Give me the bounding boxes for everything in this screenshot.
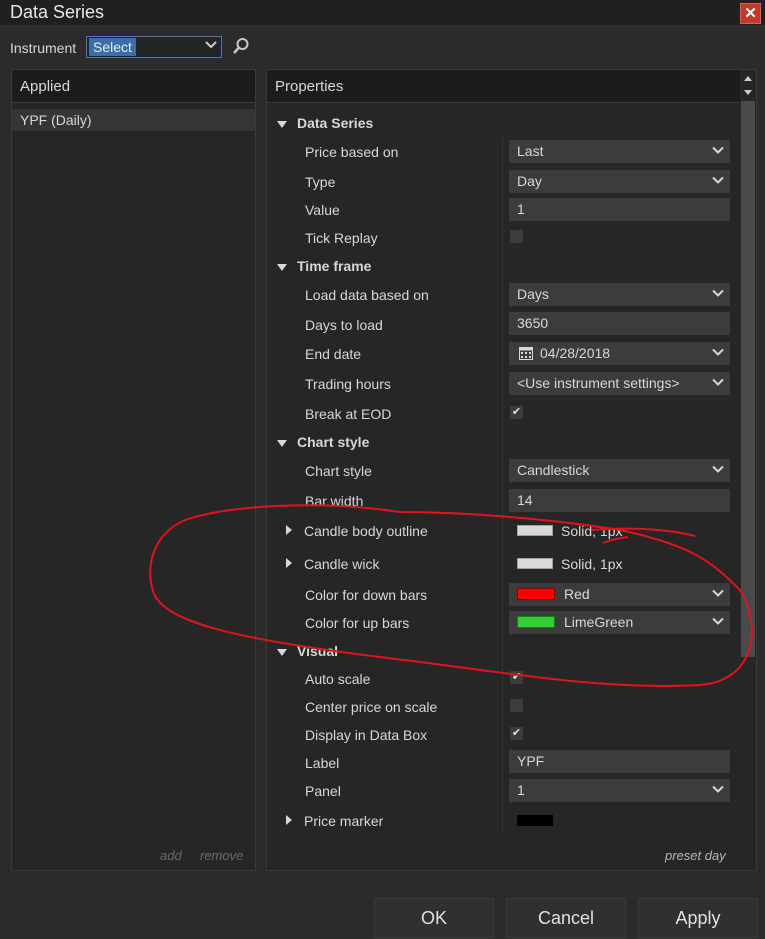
instrument-value: Select — [89, 38, 136, 56]
applied-item-label: YPF (Daily) — [20, 112, 92, 128]
value-label: Value — [305, 202, 340, 218]
trading-hours-select[interactable]: <Use instrument settings> — [509, 372, 730, 395]
collapse-triangle-icon — [277, 439, 287, 447]
break-at-eod-checkbox[interactable]: ✔ — [510, 406, 523, 419]
expand-triangle-icon[interactable] — [286, 558, 292, 568]
chevron-down-icon — [712, 617, 724, 625]
scroll-down-icon[interactable] — [744, 90, 752, 95]
color-down-bars-select[interactable]: Red — [509, 583, 730, 606]
center-price-on-scale-checkbox[interactable] — [510, 699, 523, 712]
instrument-select[interactable]: Select — [86, 36, 222, 58]
days-to-load-label: Days to load — [305, 317, 383, 333]
red-swatch — [517, 588, 555, 600]
auto-scale-checkbox[interactable]: ✔ — [510, 671, 523, 684]
break-at-eod-label: Break at EOD — [305, 406, 392, 422]
bar-width-input[interactable]: 14 — [509, 489, 730, 512]
load-data-based-on-label: Load data based on — [305, 287, 429, 303]
section-chart-style[interactable]: Chart style — [277, 434, 369, 450]
color-up-bars-select[interactable]: LimeGreen — [509, 611, 730, 634]
trading-hours-label: Trading hours — [305, 376, 391, 392]
chevron-down-icon — [712, 378, 724, 386]
apply-button[interactable]: Apply — [638, 898, 758, 938]
section-data-series[interactable]: Data Series — [277, 115, 373, 131]
remove-link[interactable]: remove — [200, 848, 243, 863]
panel-select[interactable]: 1 — [509, 779, 730, 802]
chevron-down-icon — [712, 289, 724, 297]
properties-header: Properties — [267, 70, 756, 103]
display-in-data-box-label: Display in Data Box — [305, 727, 428, 743]
section-time-frame[interactable]: Time frame — [277, 258, 371, 274]
ok-button[interactable]: OK — [374, 898, 494, 938]
price-marker-swatch[interactable] — [517, 815, 553, 826]
expand-triangle-icon[interactable] — [286, 525, 292, 535]
candle-wick-label: Candle wick — [304, 556, 380, 572]
price-based-on-label: Price based on — [305, 144, 399, 160]
center-price-on-scale-label: Center price on scale — [305, 699, 438, 715]
close-icon[interactable]: ✕ — [740, 3, 761, 24]
scrollbar-thumb[interactable] — [741, 101, 755, 657]
expand-triangle-icon[interactable] — [286, 815, 292, 825]
color-up-bars-label: Color for up bars — [305, 615, 410, 631]
chevron-down-icon — [712, 589, 724, 597]
candle-body-outline-value[interactable]: Solid, 1px — [561, 523, 622, 539]
panel-label: Panel — [305, 783, 341, 799]
type-label: Type — [305, 174, 336, 190]
type-select[interactable]: Day — [509, 170, 730, 193]
value-input[interactable]: 1 — [509, 198, 730, 221]
tick-replay-checkbox[interactable] — [510, 230, 523, 243]
collapse-triangle-icon — [277, 120, 287, 128]
chevron-down-icon — [712, 146, 724, 154]
bar-width-label: Bar width — [305, 493, 364, 509]
end-date-picker[interactable]: 04/28/2018 — [509, 342, 730, 365]
load-data-based-on-select[interactable]: Days — [509, 283, 730, 306]
price-based-on-select[interactable]: Last — [509, 140, 730, 163]
window-title: Data Series — [10, 2, 105, 22]
chart-style-label: Chart style — [305, 463, 372, 479]
applied-header: Applied — [12, 70, 255, 103]
collapse-triangle-icon — [277, 648, 287, 656]
chevron-down-icon — [205, 41, 217, 49]
color-down-bars-label: Color for down bars — [305, 587, 428, 603]
title-bar: Data Series ✕ — [0, 0, 765, 25]
display-in-data-box-checkbox[interactable]: ✔ — [510, 727, 523, 740]
chevron-down-icon — [712, 465, 724, 473]
applied-header-label: Applied — [20, 78, 71, 95]
applied-list-item[interactable]: YPF (Daily) — [12, 109, 255, 131]
instrument-label: Instrument — [10, 40, 77, 56]
collapse-triangle-icon — [277, 263, 287, 271]
calendar-icon — [519, 347, 533, 360]
scroll-up-icon[interactable] — [744, 76, 752, 81]
preset-link[interactable]: preset day — [665, 848, 726, 863]
candle-body-outline-swatch[interactable] — [517, 525, 553, 536]
end-date-label: End date — [305, 346, 362, 362]
column-divider — [502, 138, 503, 832]
cancel-button[interactable]: Cancel — [506, 898, 626, 938]
add-link[interactable]: add — [160, 848, 182, 863]
candle-wick-value[interactable]: Solid, 1px — [561, 556, 622, 572]
chevron-down-icon — [712, 176, 724, 184]
limegreen-swatch — [517, 616, 555, 628]
chevron-down-icon — [712, 785, 724, 793]
chevron-down-icon — [712, 348, 724, 356]
chart-style-select[interactable]: Candlestick — [509, 459, 730, 482]
properties-header-label: Properties — [275, 78, 344, 95]
applied-panel: Applied — [11, 69, 256, 871]
price-marker-label: Price marker — [304, 813, 384, 829]
tick-replay-label: Tick Replay — [305, 230, 378, 246]
search-icon[interactable] — [232, 37, 250, 55]
auto-scale-label: Auto scale — [305, 671, 371, 687]
label-label: Label — [305, 755, 340, 771]
section-visual[interactable]: Visual — [277, 643, 338, 659]
label-input[interactable]: YPF — [509, 750, 730, 773]
candle-body-outline-label: Candle body outline — [304, 523, 428, 539]
days-to-load-input[interactable]: 3650 — [509, 312, 730, 335]
candle-wick-swatch[interactable] — [517, 558, 553, 569]
